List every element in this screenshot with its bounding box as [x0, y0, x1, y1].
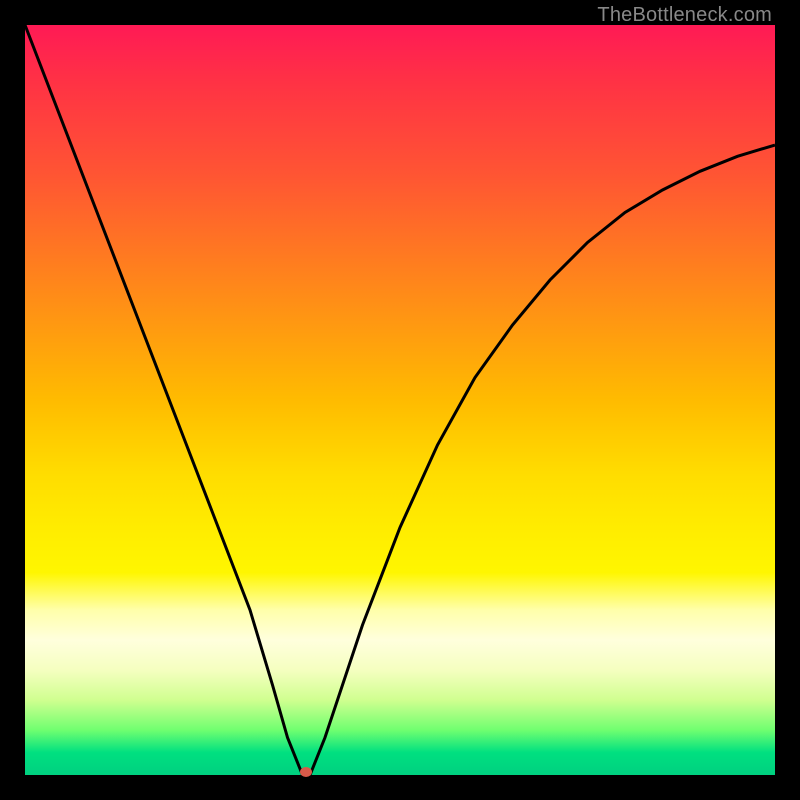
watermark-text: TheBottleneck.com — [597, 4, 772, 27]
minimum-marker — [300, 767, 312, 777]
bottleneck-curve — [25, 25, 775, 775]
